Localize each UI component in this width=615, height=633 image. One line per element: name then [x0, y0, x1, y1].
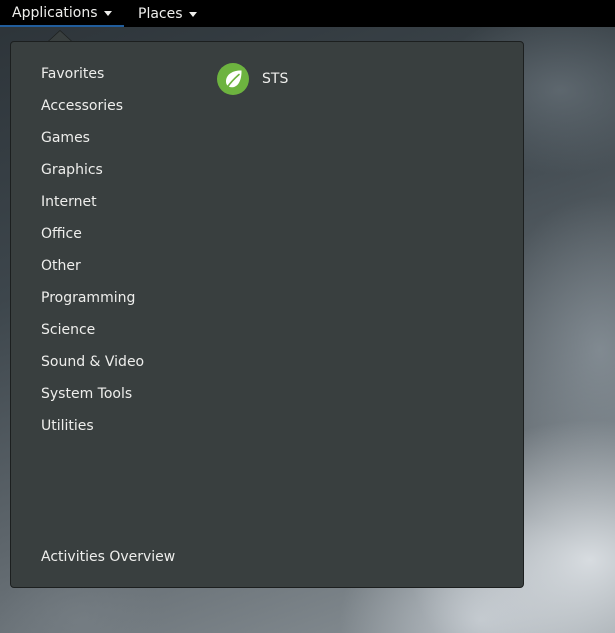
category-office[interactable]: Office [41, 218, 144, 250]
app-label: STS [262, 71, 289, 87]
category-list: Favorites Accessories Games Graphics Int… [41, 58, 144, 442]
category-sound-video[interactable]: Sound & Video [41, 346, 144, 378]
category-graphics[interactable]: Graphics [41, 154, 144, 186]
category-games[interactable]: Games [41, 122, 144, 154]
category-system-tools[interactable]: System Tools [41, 378, 144, 410]
category-internet[interactable]: Internet [41, 186, 144, 218]
category-accessories[interactable]: Accessories [41, 90, 144, 122]
applications-menu-button[interactable]: Applications [0, 0, 124, 27]
top-bar: Applications Places [0, 0, 615, 27]
category-science[interactable]: Science [41, 314, 144, 346]
activities-overview-item[interactable]: Activities Overview [41, 541, 175, 573]
category-programming[interactable]: Programming [41, 282, 144, 314]
caret-down-icon [103, 10, 112, 16]
spring-leaf-icon [217, 63, 249, 95]
applications-menu-label: Applications [12, 4, 98, 21]
places-menu-button[interactable]: Places [127, 0, 208, 27]
category-utilities[interactable]: Utilities [41, 410, 144, 442]
places-menu-label: Places [138, 5, 183, 22]
applications-menu-panel: Favorites Accessories Games Graphics Int… [10, 41, 524, 588]
app-item-sts[interactable]: STS [217, 62, 288, 96]
category-favorites[interactable]: Favorites [41, 58, 144, 90]
caret-down-icon [188, 11, 197, 17]
category-other[interactable]: Other [41, 250, 144, 282]
